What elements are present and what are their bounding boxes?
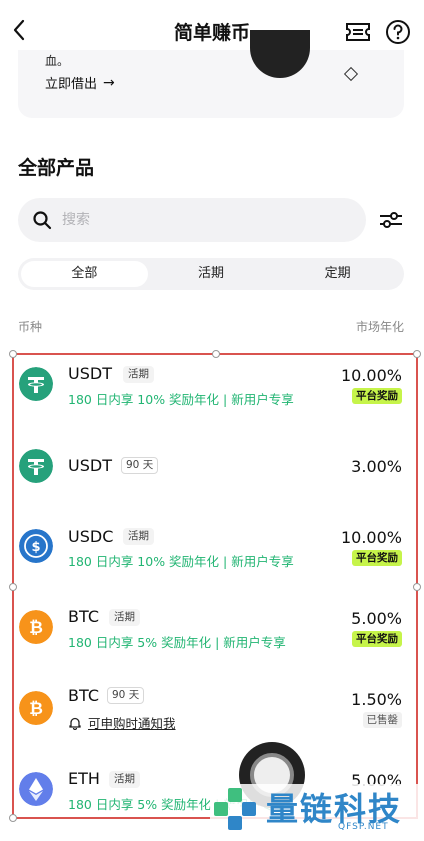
column-header-apr[interactable]: 市场年化 (356, 318, 404, 335)
product-name: BTC (68, 686, 99, 705)
borrow-now-label: 立即借出 (45, 77, 98, 92)
svg-text:₿: ₿ (29, 699, 43, 719)
product-name: USDT (68, 364, 112, 383)
product-apr: 1.50% (351, 690, 402, 709)
ethereum-icon (19, 772, 53, 806)
tab-fixed[interactable]: 定期 (274, 261, 401, 287)
product-name: USDC (68, 527, 114, 546)
sold-out-badge: 已售罄 (362, 712, 402, 728)
product-term-tag: 活期 (109, 609, 140, 626)
search-icon (33, 211, 52, 230)
notify-me-link[interactable]: 可申购时通知我 (68, 713, 176, 732)
tab-all[interactable]: 全部 (21, 261, 148, 287)
arrow-right-icon: → (103, 74, 115, 91)
product-term-tag: 90 天 (121, 457, 159, 474)
help-icon[interactable] (385, 19, 411, 45)
diamond-icon (343, 66, 359, 82)
platform-reward-badge: 平台奖励 (352, 550, 402, 566)
promo-card-text: 血。 (45, 54, 70, 68)
ticket-icon[interactable] (344, 20, 372, 44)
product-row[interactable]: ₿ BTC 活期 180 日内享 5% 奖励年化 | 新用户专享 5.00% 平… (14, 603, 416, 683)
promo-illustration (250, 30, 310, 78)
resize-handle[interactable] (413, 350, 421, 358)
product-row[interactable]: ₿ BTC 90 天 可申购时通知我 1.50% 已售罄 (14, 684, 416, 764)
product-row[interactable]: USDT 活期 180 日内享 10% 奖励年化 | 新用户专享 10.00% … (14, 360, 416, 440)
notify-me-label: 可申购时通知我 (88, 716, 176, 731)
product-apr: 10.00% (340, 528, 402, 547)
bell-icon (69, 717, 81, 730)
tab-flexible[interactable]: 活期 (148, 261, 275, 287)
tether-icon (19, 449, 53, 483)
product-row[interactable]: USDT 90 天 3.00% (14, 447, 416, 527)
product-term-tag: 活期 (123, 528, 154, 545)
product-subtitle: 180 日内享 5% 奖励年化 | 新用户专享 (68, 635, 286, 650)
product-subtitle: 180 日内享 10% 奖励年化 | 新用户专享 (68, 554, 294, 569)
product-name: USDT (68, 456, 112, 475)
svg-text:₿: ₿ (29, 618, 43, 638)
product-term-tag: 活期 (123, 366, 154, 383)
product-term-tag: 90 天 (107, 687, 145, 704)
product-apr: 5.00% (351, 609, 402, 628)
watermark: 量链科技 QFSP.NET (210, 784, 420, 836)
platform-reward-badge: 平台奖励 (352, 631, 402, 647)
bitcoin-icon: ₿ (19, 691, 53, 725)
platform-reward-badge: 平台奖励 (352, 388, 402, 404)
product-name: BTC (68, 607, 99, 626)
bitcoin-icon: ₿ (19, 610, 53, 644)
resize-handle[interactable] (9, 350, 17, 358)
section-title: 全部产品 (18, 157, 95, 179)
watermark-url: QFSP.NET (338, 822, 389, 832)
search-bar[interactable] (18, 198, 366, 242)
usdc-icon: $ (19, 529, 53, 563)
product-apr: 10.00% (340, 366, 402, 385)
borrow-now-link[interactable]: 立即借出 → (45, 73, 115, 93)
product-tabs: 全部 活期 定期 (18, 258, 404, 290)
filter-icon[interactable] (378, 208, 404, 232)
product-subtitle: 180 日内享 10% 奖励年化 | 新用户专享 (68, 392, 294, 407)
search-input[interactable] (62, 210, 342, 230)
product-row[interactable]: $ USDC 活期 180 日内享 10% 奖励年化 | 新用户专享 10.00… (14, 522, 416, 602)
svg-text:$: $ (31, 540, 40, 555)
promo-card: 血。 立即借出 → (18, 30, 404, 118)
column-header-coin: 币种 (18, 320, 43, 334)
tether-icon (19, 367, 53, 401)
product-term-tag: 活期 (109, 771, 140, 788)
watermark-logo-icon (214, 788, 256, 830)
product-name: ETH (68, 769, 100, 788)
resize-handle[interactable] (212, 350, 220, 358)
product-apr: 3.00% (351, 457, 402, 476)
